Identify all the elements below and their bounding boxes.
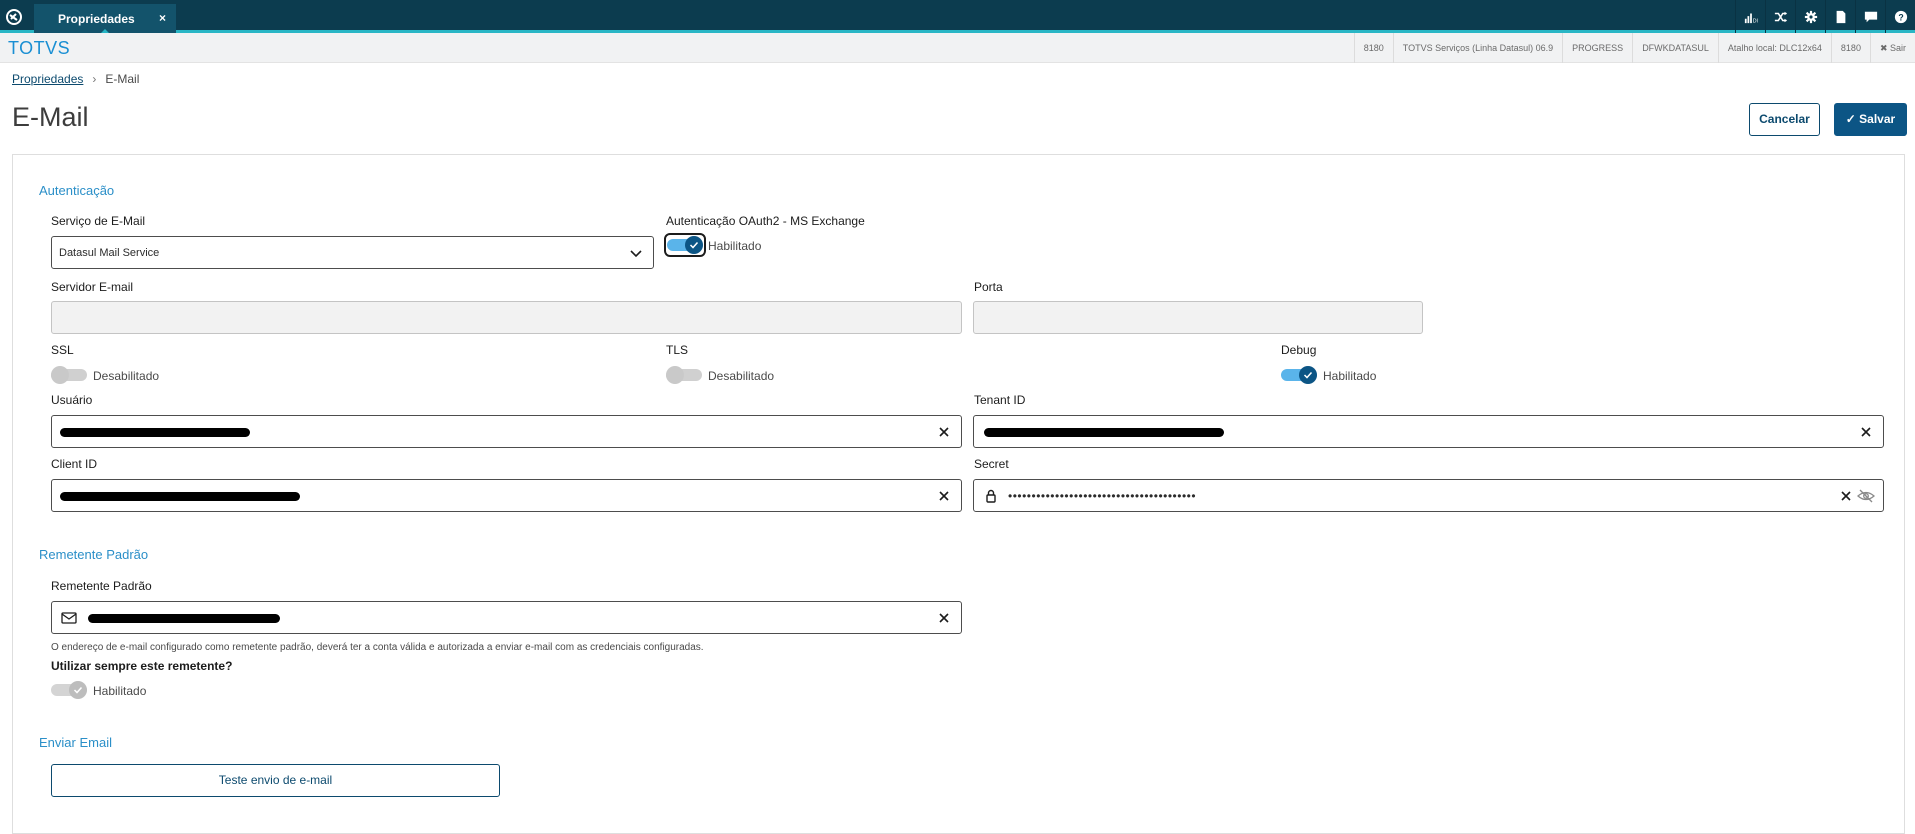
redacted-value: [60, 492, 300, 501]
ssl-state: Desabilitado: [93, 369, 160, 383]
sender-hint: O endereço de e-mail configurado como re…: [51, 642, 704, 653]
info-port: 8180: [1353, 33, 1393, 63]
close-tab-icon[interactable]: ×: [159, 11, 166, 25]
check-icon: [1303, 371, 1313, 379]
document-icon[interactable]: [1825, 0, 1855, 33]
secret-value: ••••••••••••••••••••••••••••••••••••••••: [1008, 489, 1197, 503]
section-title-enviar: Enviar Email: [39, 735, 112, 750]
logout-button[interactable]: ✖ Sair: [1869, 33, 1915, 63]
gear-icon[interactable]: [1795, 0, 1825, 33]
info-port-2: 8180: [1830, 33, 1870, 63]
port-input[interactable]: [973, 301, 1423, 334]
test-email-button[interactable]: Teste envio de e-mail: [51, 764, 500, 797]
section-title-remetente: Remetente Padrão: [39, 547, 149, 562]
section-title-autenticacao: Autenticação: [39, 183, 115, 198]
check-icon: [689, 241, 699, 249]
clear-icon[interactable]: [937, 611, 951, 625]
help-icon[interactable]: ?: [1885, 0, 1915, 33]
oauth-state: Habilitado: [708, 239, 762, 253]
email-service-label: Serviço de E-Mail: [51, 214, 146, 228]
tenant-label: Tenant ID: [974, 393, 1026, 407]
user-input[interactable]: [51, 415, 962, 448]
info-db-type: PROGRESS: [1562, 33, 1632, 63]
breadcrumb-link-propriedades[interactable]: Propriedades: [12, 72, 83, 86]
toolbar: DI ?: [1735, 0, 1915, 33]
tls-state: Desabilitado: [708, 369, 775, 383]
redacted-value: [984, 428, 1224, 437]
always-sender-label: Utilizar sempre este remetente?: [51, 659, 233, 673]
sender-label: Remetente Padrão: [51, 579, 152, 593]
breadcrumb: Propriedades › E-Mail: [12, 72, 139, 86]
server-label: Servidor E-mail: [51, 280, 134, 294]
tab-label: Propriedades: [58, 12, 135, 26]
ssl-toggle[interactable]: [51, 366, 87, 384]
shuffle-icon[interactable]: [1765, 0, 1795, 33]
eye-off-icon[interactable]: [1857, 489, 1875, 503]
debug-label: Debug: [1281, 343, 1317, 357]
secret-input[interactable]: ••••••••••••••••••••••••••••••••••••••••: [973, 479, 1884, 512]
chat-icon[interactable]: [1855, 0, 1885, 33]
analytics-icon[interactable]: DI: [1735, 0, 1765, 33]
email-service-select[interactable]: Datasul Mail Service: [51, 236, 654, 269]
mail-icon: [61, 612, 77, 624]
user-label: Usuário: [51, 393, 93, 407]
secret-label: Secret: [974, 457, 1009, 471]
page-title: E-Mail: [12, 102, 89, 132]
clear-icon[interactable]: [937, 489, 951, 503]
system-info: 8180 TOTVS Serviços (Linha Datasul) 06.9…: [1353, 33, 1915, 63]
clear-icon[interactable]: [937, 425, 951, 439]
always-sender-toggle[interactable]: [51, 681, 87, 699]
port-label: Porta: [974, 280, 1003, 294]
info-bar: TOTVS 8180 TOTVS Serviços (Linha Datasul…: [0, 33, 1915, 63]
chevron-down-icon: [630, 250, 642, 258]
sender-input[interactable]: [51, 601, 962, 634]
redacted-value: [88, 614, 280, 623]
server-input[interactable]: [51, 301, 962, 334]
always-sender-state: Habilitado: [93, 684, 147, 698]
email-service-value: Datasul Mail Service: [59, 247, 160, 259]
tab-propriedades[interactable]: Propriedades ×: [34, 4, 176, 34]
info-product: TOTVS Serviços (Linha Datasul) 06.9: [1392, 33, 1562, 63]
client-input[interactable]: [51, 479, 962, 512]
oauth-label: Autenticação OAuth2 - MS Exchange: [666, 214, 865, 228]
breadcrumb-current: E-Mail: [105, 72, 140, 86]
redacted-value: [60, 428, 250, 437]
menu-logo-icon[interactable]: [4, 7, 24, 27]
top-bar: Propriedades × DI ?: [0, 0, 1915, 34]
tls-toggle[interactable]: [666, 366, 702, 384]
clear-icon[interactable]: [1859, 425, 1873, 439]
debug-state: Habilitado: [1323, 369, 1377, 383]
client-label: Client ID: [51, 457, 98, 471]
check-icon: [73, 686, 83, 694]
ssl-label: SSL: [51, 343, 74, 357]
cancel-button[interactable]: Cancelar: [1749, 103, 1820, 136]
info-database: DFWKDATASUL: [1632, 33, 1718, 63]
info-shortcut: Atalho local: DLC12x64: [1717, 33, 1831, 63]
clear-icon[interactable]: [1839, 489, 1853, 503]
debug-toggle[interactable]: [1281, 366, 1317, 384]
svg-text:?: ?: [1898, 12, 1903, 22]
breadcrumb-separator: ›: [92, 72, 97, 86]
tenant-input[interactable]: [973, 415, 1884, 448]
save-button[interactable]: ✓ Salvar: [1834, 103, 1907, 136]
svg-text:DI: DI: [1752, 18, 1757, 24]
lock-icon: [986, 489, 996, 503]
tls-label: TLS: [666, 343, 689, 357]
oauth-toggle[interactable]: [664, 233, 706, 257]
brand-logo[interactable]: TOTVS: [8, 38, 70, 59]
